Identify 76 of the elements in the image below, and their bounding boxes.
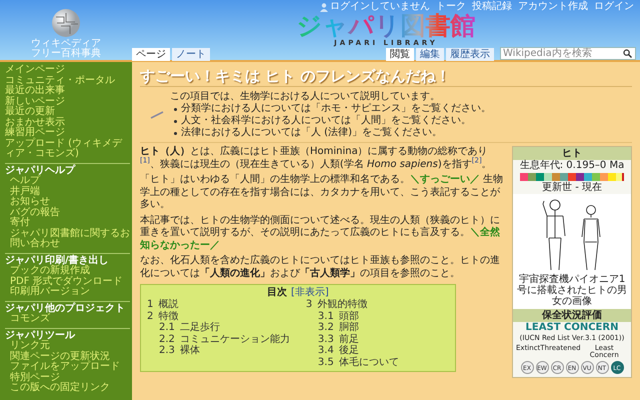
sidebar-link[interactable]: ファイルをアップロード — [5, 362, 120, 372]
page-tab[interactable]: 履歴表示 — [446, 48, 494, 61]
infobox-title: ヒト — [513, 147, 631, 160]
toc-toggle[interactable]: [非表示] — [291, 287, 329, 298]
sidebar-link[interactable]: お知らせ — [5, 197, 50, 208]
page-tab[interactable]: 編集 — [416, 48, 444, 61]
sidebar-heading: ジャパリヘルプ — [5, 166, 75, 176]
bullet-icon — [174, 120, 177, 122]
page-title: すごーい！キミは ヒト のフレンズなんだね！ — [140, 66, 632, 87]
sidebar-link[interactable]: 練習用ページ — [5, 128, 65, 138]
sidebar-link[interactable]: おまかせ表示 — [5, 118, 65, 128]
personal-link[interactable]: トーク — [436, 1, 466, 13]
user-icon — [320, 2, 328, 12]
sidebar-link[interactable]: 特別ページ — [5, 372, 60, 383]
toc-link[interactable]: 2.3 裸体 — [159, 345, 290, 356]
sidebar-link[interactable]: 最近の更新 — [5, 107, 55, 118]
search-field[interactable]: Wikipedia内を検索 — [500, 47, 636, 60]
logo-title: ウィキペディア — [31, 38, 101, 49]
hatnote-text: 法律における人については「人 (法律)」をご覧ください。 — [181, 127, 442, 139]
search-icon[interactable] — [623, 49, 632, 58]
slash-icon — [150, 111, 164, 119]
sidebar-link[interactable]: 新しいページ — [5, 96, 65, 107]
sidebar-link[interactable]: アップロード (ウィキメディア・コモンズ) — [5, 138, 130, 160]
personal-link[interactable]: 投稿記録 — [472, 1, 512, 13]
site-title: ジャパリ図書館 — [296, 13, 476, 39]
sidebar-link[interactable]: バグの報告 — [5, 208, 60, 218]
toc-link[interactable]: 3.5 体毛について — [318, 356, 449, 368]
paragraph: なお、化石人類を含めた広義のヒトについてはヒト亜族も参照のこと。ヒトの進化については「人類の進化」および「古人類学」の項目を参照のこと。 — [140, 255, 501, 280]
sidebar-link[interactable]: 最近の出来事 — [5, 86, 65, 96]
toc-link[interactable]: 1 概説 — [147, 299, 290, 310]
toc-link[interactable]: 3.1 頭部 — [318, 310, 449, 322]
toc-link[interactable]: 3.2 胴部 — [318, 322, 449, 334]
sidebar-heading: ジャパリツール — [5, 330, 75, 340]
sidebar-link[interactable]: コミュニティ・ポータル — [5, 76, 115, 86]
era-text: 生息年代: 0.195–0 Ma — [518, 160, 626, 172]
toc-link[interactable]: 3.3 前足 — [318, 334, 449, 345]
sidebar-link[interactable]: 印刷用バージョン — [5, 287, 90, 298]
hatnote-text: 分類学における人については「ホモ・サピエンス」をご覧ください。 — [181, 103, 491, 114]
globe-icon[interactable] — [51, 8, 81, 38]
personal-link[interactable]: アカウント作成 — [518, 1, 588, 13]
sidebar-link[interactable]: ブックの新規作成 — [5, 266, 90, 276]
status-heading: 保全状況評価 — [513, 309, 631, 322]
sidebar-heading: ジャパリ印刷/書き出し — [5, 256, 109, 266]
hatnote-text: この項目では、生物学における人について説明しています。 — [170, 91, 441, 102]
sidebar-link[interactable]: 寄付 — [5, 218, 30, 228]
sidebar-link[interactable]: 関連ページの更新状況 — [5, 352, 110, 362]
sidebar-link[interactable]: メインページ — [5, 65, 65, 76]
paragraph: 「ヒト」はいわゆる「人間」の生物学上の標準和名である。＼すっごーい／ 生物学上の種としての存在を指す場合には、カタカナを用いて、こう表記することが多い。 — [140, 174, 504, 212]
page-tab[interactable]: ノート — [172, 48, 210, 61]
toc-title: 目次 — [267, 287, 287, 298]
paragraph: 本記事では、ヒトの生物学的側面について述べる。現生の人類（狭義のヒト）に重きを置いて説明するが、その説明にあたって広義のヒトにも言及する。＼全然知らなかったー／ — [140, 214, 501, 252]
sidebar-link[interactable]: コモンズ — [5, 314, 50, 324]
personal-link[interactable]: ログイン — [594, 1, 634, 13]
status-text: LEAST CONCERN — [524, 322, 620, 334]
toc-link[interactable]: 2 特徴 — [147, 310, 290, 322]
sidebar-link[interactable]: 井戸端 — [5, 186, 40, 197]
toc-link[interactable]: 2.2 コミュニケーション能力 — [159, 334, 290, 345]
logo-subtitle: フリー百科事典 — [31, 49, 101, 59]
page-tab[interactable]: ページ — [132, 48, 170, 61]
login-status: ログインしていません — [330, 1, 430, 13]
period-text: 更新世 - 現在 — [541, 182, 603, 194]
sidebar-link[interactable]: PDF 形式でダウンロード — [5, 276, 123, 287]
sidebar-link[interactable]: リンク元 — [5, 341, 50, 352]
paragraph: ヒト（人）とは、広義にはヒト亜族（Hominina）に属する動物の総称であり $^{[1]}$、狭義には現生の（現在生きている）人類(学名 Homo sapiens)を指す$^{[2]}$。 — [140, 146, 493, 171]
hatnote-text: 人文・社会科学における人については「人間」をご覧ください。 — [181, 115, 471, 126]
bullet-icon — [174, 108, 177, 110]
sidebar-link[interactable]: ジャパリ図書館に関するお問い合わせ — [5, 228, 130, 250]
toc-link[interactable]: 3 外観的特徴 — [306, 299, 449, 310]
sidebar-heading: ジャパリ他のプロジェクト — [5, 304, 125, 314]
image-caption: 宇宙探査機パイオニア1号に搭載されたヒトの男女の画像 — [516, 274, 628, 307]
toc-link[interactable]: 3.4 後足 — [318, 345, 449, 356]
sidebar-link[interactable]: この版への固定リンク — [5, 383, 110, 394]
sidebar-link[interactable]: ヘルプ — [5, 176, 40, 186]
bullet-icon — [174, 132, 177, 134]
toc-link[interactable]: 2.1 二足歩行 — [159, 322, 290, 334]
page-tab[interactable]: 閲覧 — [386, 48, 414, 61]
